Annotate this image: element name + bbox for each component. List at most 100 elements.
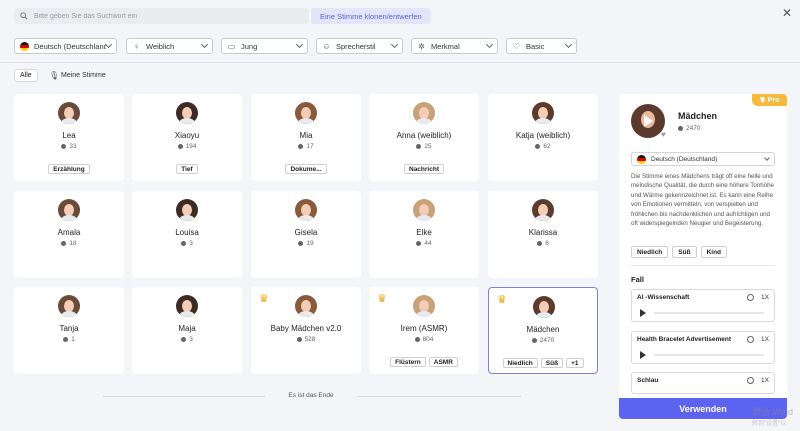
voice-name: Baby Mädchen v2.0 xyxy=(270,324,342,333)
play-icon[interactable] xyxy=(640,309,646,317)
gender-filter[interactable]: ♀ Weiblich xyxy=(126,38,213,54)
voice-card[interactable]: Anna (weiblich) 25 Nachricht xyxy=(369,94,479,181)
voice-name: Amala xyxy=(57,228,81,237)
pro-badge-label: Pro xyxy=(767,96,780,104)
flag-de-icon xyxy=(20,41,29,51)
audio-progress-track[interactable] xyxy=(654,312,764,314)
user-icon xyxy=(181,240,187,246)
voice-use-count: 194 xyxy=(132,143,242,150)
voice-tag: Dokume... xyxy=(285,164,327,174)
search-input[interactable] xyxy=(34,12,284,20)
samples-heading: Fall xyxy=(631,275,644,284)
crown-icon: ♛ xyxy=(759,97,766,104)
user-icon xyxy=(537,240,543,246)
quality-filter-label: Basic xyxy=(526,41,545,51)
speed-button[interactable]: 1X xyxy=(761,377,769,384)
voice-use-count-value: 194 xyxy=(185,143,197,150)
style-icon: ☺ xyxy=(322,41,331,51)
clock-icon xyxy=(747,377,754,384)
sample-item: Schlau 1X xyxy=(631,372,775,394)
style-filter[interactable]: ☺ Sprecherstil xyxy=(316,38,403,54)
language-select[interactable]: Deutsch (Deutschland) xyxy=(631,152,775,166)
voice-avatar xyxy=(176,199,198,221)
age-filter[interactable]: ▭ Jung xyxy=(221,38,308,54)
voice-use-count: 44 xyxy=(369,240,479,247)
voice-name: Tanja xyxy=(59,324,79,333)
voice-tag: Kind xyxy=(700,246,728,258)
voice-use-count-value: 3 xyxy=(189,336,193,343)
voice-use-count: 18 xyxy=(14,240,124,247)
quality-filter[interactable]: ♡ Basic xyxy=(506,38,577,54)
tab-all[interactable]: Alle xyxy=(14,69,38,82)
voice-card[interactable]: Xiaoyu 194 Tief xyxy=(132,94,242,181)
voice-name: Xiaoyu xyxy=(174,131,200,140)
voice-use-count: 6 xyxy=(488,240,598,247)
voice-tags: Niedlich Süß +1 xyxy=(489,358,597,368)
style-filter-label: Sprecherstil xyxy=(336,41,376,51)
pro-badge: ♛ Pro xyxy=(752,94,787,106)
voice-use-count-value: 1 xyxy=(71,336,75,343)
clone-voice-button[interactable]: Eine Stimme klonen/entwerfen xyxy=(311,8,431,24)
user-icon xyxy=(61,143,67,149)
clock-icon xyxy=(747,294,754,301)
voice-use-count-value: 44 xyxy=(424,240,432,247)
voice-card[interactable]: Tanja 1 xyxy=(14,287,124,374)
voice-name: Mädchen xyxy=(678,111,718,121)
voice-use-count: 25 xyxy=(369,143,479,150)
play-icon[interactable] xyxy=(644,115,653,127)
voice-tag: Nachricht xyxy=(404,164,444,174)
user-icon xyxy=(535,143,541,149)
voice-use-count: 62 xyxy=(488,143,598,150)
voice-card[interactable]: Mia 17 Dokume... xyxy=(251,94,361,181)
sample-item: Health Bracelet Advertisement 1X xyxy=(631,331,775,364)
voice-card[interactable]: Lea 33 Erzählung xyxy=(14,94,124,181)
voice-card[interactable]: Louisa 3 xyxy=(132,191,242,278)
language-filter[interactable]: Deutsch (Deutschland) xyxy=(14,38,117,54)
voice-use-count: 17 xyxy=(251,143,361,150)
close-icon[interactable]: ✕ xyxy=(782,7,792,19)
voice-card[interactable]: Amala 18 xyxy=(14,191,124,278)
user-icon xyxy=(61,240,67,246)
voice-use-count: 3 xyxy=(132,240,242,247)
crown-icon: ♛ xyxy=(377,293,387,305)
crown-icon: ♛ xyxy=(259,293,269,305)
sample-title: Health Bracelet Advertisement xyxy=(637,336,732,343)
voice-card[interactable]: Gisela 19 xyxy=(251,191,361,278)
feature-filter[interactable]: ✲ Merkmal xyxy=(411,38,498,54)
voice-use-count: 33 xyxy=(14,143,124,150)
user-icon xyxy=(416,143,422,149)
voice-use-count-value: 528 xyxy=(304,336,316,343)
voice-card[interactable]: Klarissa 6 xyxy=(488,191,598,278)
voice-use-count: 804 xyxy=(369,336,479,343)
voice-card[interactable]: ♛ Baby Mädchen v2.0 528 xyxy=(251,287,361,374)
play-icon[interactable] xyxy=(640,351,646,359)
voice-avatar xyxy=(295,102,317,124)
voice-card[interactable]: Elke 44 xyxy=(369,191,479,278)
search-bar[interactable] xyxy=(14,8,309,24)
voice-card[interactable]: Katja (weiblich) 62 xyxy=(488,94,598,181)
panel-divider xyxy=(631,265,775,266)
voice-card[interactable]: ♛ Irem (ASMR) 804 Flüstern ASMR xyxy=(369,287,479,374)
voice-use-count: 528 xyxy=(251,336,361,343)
voice-card[interactable]: Maja 3 xyxy=(132,287,242,374)
voice-tags: Tief xyxy=(132,164,242,174)
speed-button[interactable]: 1X xyxy=(761,336,769,343)
tab-my-voices[interactable]: 🎙 Meine Stimme xyxy=(49,69,106,82)
user-icon xyxy=(678,125,683,131)
chevron-down-icon xyxy=(564,40,573,49)
voice-card[interactable]: ♛ Mädchen 2470 Niedlich Süß +1 xyxy=(488,287,598,374)
audio-progress-track[interactable] xyxy=(654,354,764,356)
voice-use-count-value: 804 xyxy=(422,336,434,343)
gender-filter-label: Weiblich xyxy=(146,41,175,51)
voice-avatar xyxy=(58,199,80,221)
voice-library-modal: ✕ Eine Stimme klonen/entwerfen Deutsch (… xyxy=(0,0,800,431)
favorite-heart-icon[interactable]: ♥ xyxy=(661,130,666,139)
speed-button[interactable]: 1X xyxy=(761,294,769,301)
voice-use-count-value: 2470 xyxy=(539,337,555,344)
quality-icon: ♡ xyxy=(512,41,521,51)
activation-watermark: 激活 Wind xyxy=(752,407,794,417)
chevron-down-icon xyxy=(764,154,770,161)
voice-name: Lea xyxy=(62,131,76,140)
voice-tag: Süß xyxy=(672,246,697,258)
voice-avatar xyxy=(58,102,80,124)
